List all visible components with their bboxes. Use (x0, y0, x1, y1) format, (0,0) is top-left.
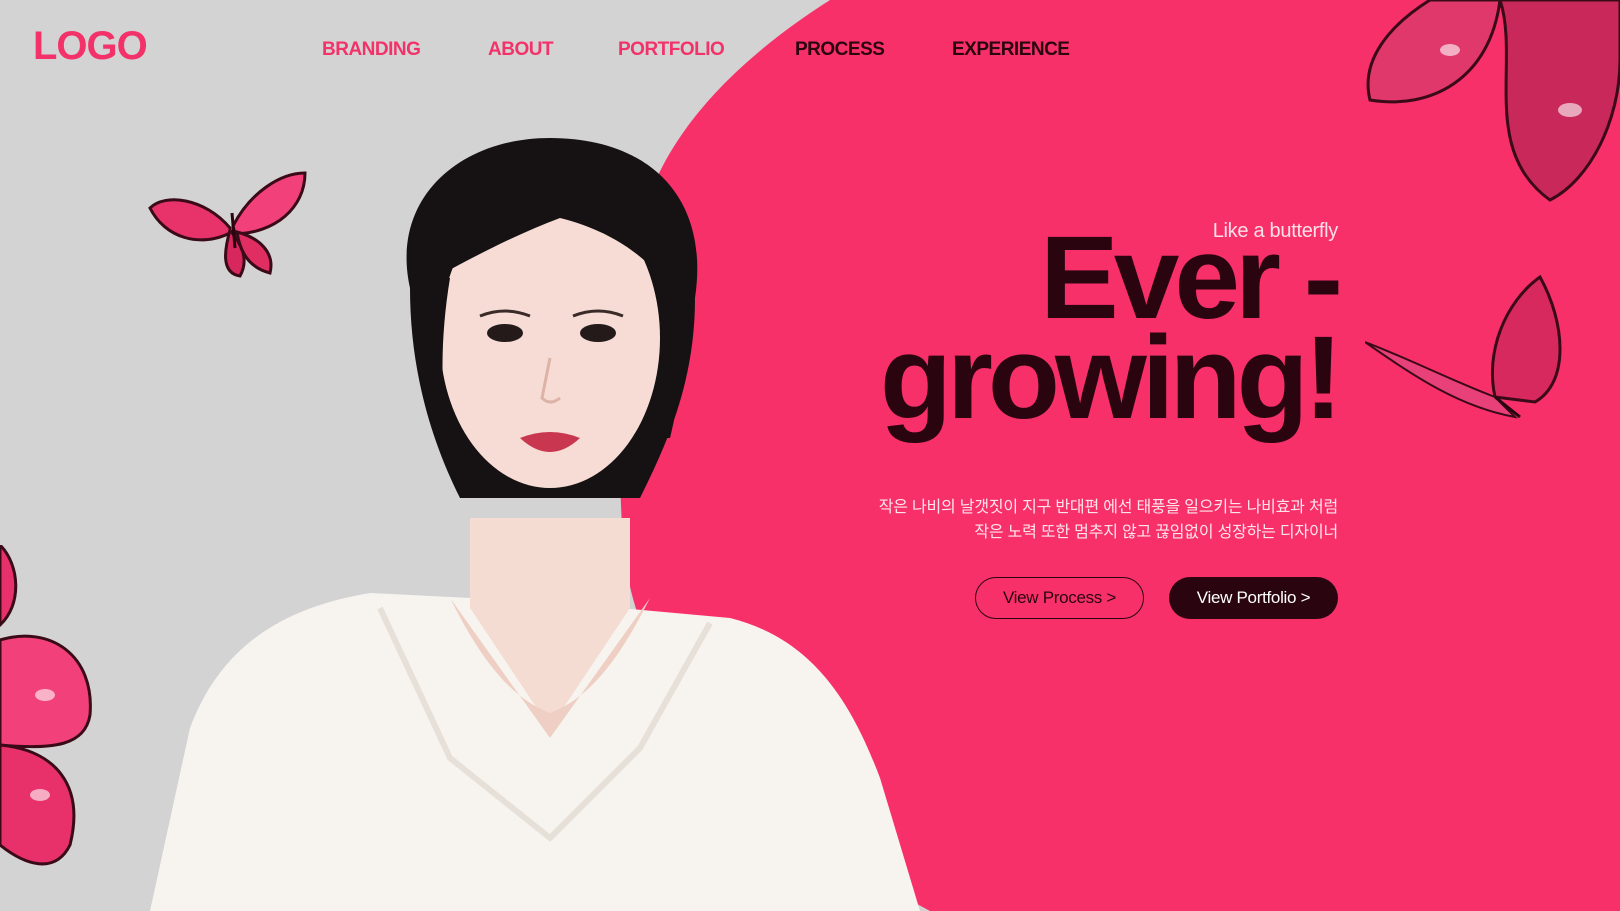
butterfly-icon-top-right (1366, 0, 1620, 202)
butterfly-icon-right (1365, 274, 1562, 419)
nav-item-about[interactable]: ABOUT (488, 38, 554, 62)
nav-item-branding[interactable]: BRANDING (322, 38, 421, 62)
view-portfolio-button[interactable]: View Portfolio > (1169, 577, 1338, 619)
description-line-1: 작은 나비의 날갯짓이 지구 반대편 에선 태풍을 일으키는 나비효과 처럼 (878, 499, 1338, 516)
hero-description: 작은 나비의 날갯짓이 지구 반대편 에선 태풍을 일으키는 나비효과 처럼 작… (879, 495, 1338, 545)
butterfly-icon-small-left (148, 171, 307, 278)
hero-section: LOGO BRANDING ABOUT PORTFOLIO PROCESS EX… (0, 0, 1620, 911)
headline-line-2: growing! (879, 312, 1343, 444)
nav-item-process[interactable]: PROCESS (795, 38, 885, 62)
logo[interactable]: LOGO (33, 26, 148, 66)
description-line-2: 작은 노력 또한 멈추지 않고 끊임없이 성장하는 디자이너 (974, 524, 1338, 541)
butterfly-icon-bottom-left (0, 545, 92, 866)
hero-headline: Ever - growing! (879, 219, 1343, 444)
nav-item-experience[interactable]: EXPERIENCE (952, 38, 1070, 62)
view-process-button[interactable]: View Process > (975, 577, 1144, 619)
nav-item-portfolio[interactable]: PORTFOLIO (618, 38, 725, 62)
